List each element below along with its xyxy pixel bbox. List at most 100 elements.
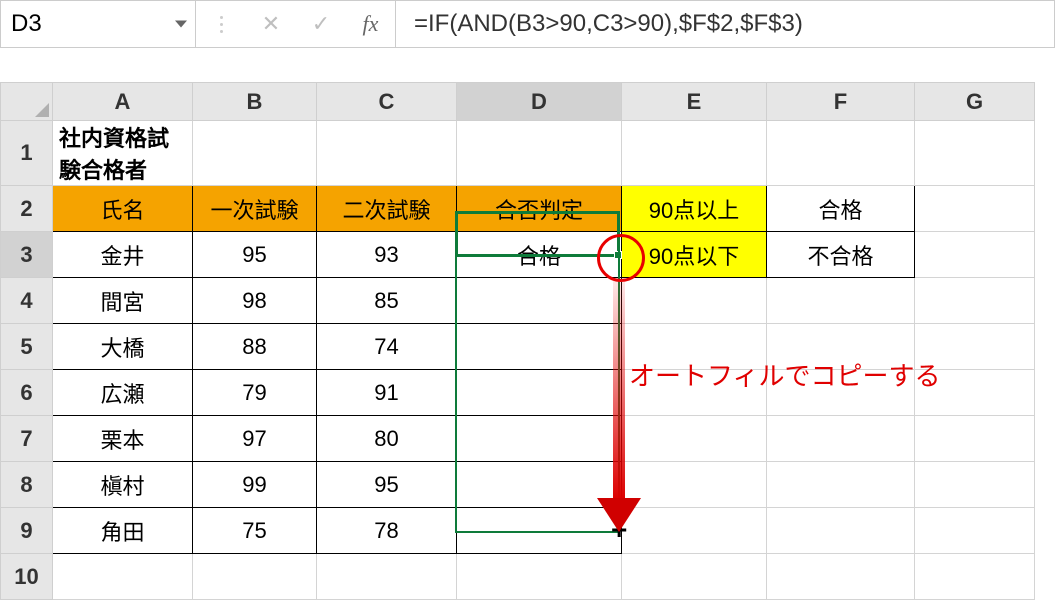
cell-G10[interactable] <box>915 554 1035 600</box>
formula-bar-buttons: ✕ ✓ fx <box>196 1 396 47</box>
cell-D6[interactable] <box>457 370 622 416</box>
cell-E3[interactable]: 90点以下 <box>622 232 767 278</box>
row-header-9[interactable]: 9 <box>1 508 53 554</box>
worksheet[interactable]: ABCDEFG 1社内資格試験合格者2氏名一次試験二次試験合否判定90点以上合格 3… <box>0 82 1055 600</box>
row-header-1[interactable]: 1 <box>1 121 53 186</box>
cell-B9[interactable]: 75 <box>193 508 317 554</box>
cell-B7[interactable]: 97 <box>193 416 317 462</box>
row-header-8[interactable]: 8 <box>1 462 53 508</box>
row-header-10[interactable]: 10 <box>1 554 53 600</box>
col-header-E[interactable]: E <box>622 83 767 121</box>
cell-E6[interactable] <box>622 370 767 416</box>
cell-D2[interactable]: 合否判定 <box>457 186 622 232</box>
row-header-3[interactable]: 3 <box>1 232 53 278</box>
cell-B4[interactable]: 98 <box>193 278 317 324</box>
cell-A8[interactable]: 槇村 <box>53 462 193 508</box>
row-header-6[interactable]: 6 <box>1 370 53 416</box>
cell-A9[interactable]: 角田 <box>53 508 193 554</box>
cell-D5[interactable] <box>457 324 622 370</box>
cancel-icon: ✕ <box>246 1 296 47</box>
formula-input[interactable]: =IF(AND(B3>90,C3>90),$F$2,$F$3) <box>396 1 1054 47</box>
cell-E8[interactable] <box>622 462 767 508</box>
cell-B5[interactable]: 88 <box>193 324 317 370</box>
name-box[interactable]: D3 <box>1 1 196 47</box>
cell-E4[interactable] <box>622 278 767 324</box>
name-box-value: D3 <box>11 10 42 38</box>
cell-C8[interactable]: 95 <box>317 462 457 508</box>
cell-B10[interactable] <box>193 554 317 600</box>
cell-A3[interactable]: 金井 <box>53 232 193 278</box>
cell-B2[interactable]: 一次試験 <box>193 186 317 232</box>
cell-C5[interactable]: 74 <box>317 324 457 370</box>
cell-G5[interactable] <box>915 324 1035 370</box>
cell-A4[interactable]: 間宮 <box>53 278 193 324</box>
col-header-F[interactable]: F <box>767 83 915 121</box>
cell-G7[interactable] <box>915 416 1035 462</box>
cell-G3[interactable] <box>915 232 1035 278</box>
fx-icon[interactable]: fx <box>346 1 396 47</box>
col-header-C[interactable]: C <box>317 83 457 121</box>
cell-E9[interactable] <box>622 508 767 554</box>
cell-F7[interactable] <box>767 416 915 462</box>
cell-D10[interactable] <box>457 554 622 600</box>
cell-F8[interactable] <box>767 462 915 508</box>
cell-A6[interactable]: 広瀬 <box>53 370 193 416</box>
cell-D9[interactable] <box>457 508 622 554</box>
cell-E7[interactable] <box>622 416 767 462</box>
cell-B8[interactable]: 99 <box>193 462 317 508</box>
cell-F10[interactable] <box>767 554 915 600</box>
cell-C7[interactable]: 80 <box>317 416 457 462</box>
cell-F6[interactable] <box>767 370 915 416</box>
cell-G1[interactable] <box>915 121 1035 186</box>
cell-D4[interactable] <box>457 278 622 324</box>
formula-bar: D3 ✕ ✓ fx =IF(AND(B3>90,C3>90),$F$2,$F$3… <box>0 0 1055 48</box>
col-header-A[interactable]: A <box>53 83 193 121</box>
cell-F2[interactable]: 合格 <box>767 186 915 232</box>
chevron-down-icon[interactable] <box>175 21 187 28</box>
row-header-4[interactable]: 4 <box>1 278 53 324</box>
cell-C1[interactable] <box>317 121 457 186</box>
cell-F9[interactable] <box>767 508 915 554</box>
expand-icon <box>196 1 246 47</box>
row-header-7[interactable]: 7 <box>1 416 53 462</box>
cell-A2[interactable]: 氏名 <box>53 186 193 232</box>
cell-G8[interactable] <box>915 462 1035 508</box>
cell-D8[interactable] <box>457 462 622 508</box>
cell-F4[interactable] <box>767 278 915 324</box>
col-header-D[interactable]: D <box>457 83 622 121</box>
cell-A10[interactable] <box>53 554 193 600</box>
cell-C2[interactable]: 二次試験 <box>317 186 457 232</box>
cell-C10[interactable] <box>317 554 457 600</box>
cell-D3[interactable]: 合格 <box>457 232 622 278</box>
cell-C6[interactable]: 91 <box>317 370 457 416</box>
cell-F5[interactable] <box>767 324 915 370</box>
row-header-2[interactable]: 2 <box>1 186 53 232</box>
select-all-corner[interactable] <box>1 83 53 121</box>
cell-B6[interactable]: 79 <box>193 370 317 416</box>
cell-C9[interactable]: 78 <box>317 508 457 554</box>
row-header-5[interactable]: 5 <box>1 324 53 370</box>
cell-B1[interactable] <box>193 121 317 186</box>
cell-F1[interactable] <box>767 121 915 186</box>
cell-G4[interactable] <box>915 278 1035 324</box>
cell-A1[interactable]: 社内資格試験合格者 <box>53 121 193 186</box>
cell-E2[interactable]: 90点以上 <box>622 186 767 232</box>
cell-E1[interactable] <box>622 121 767 186</box>
col-header-G[interactable]: G <box>915 83 1035 121</box>
cell-D7[interactable] <box>457 416 622 462</box>
cell-C3[interactable]: 93 <box>317 232 457 278</box>
cell-A5[interactable]: 大橋 <box>53 324 193 370</box>
cell-G6[interactable] <box>915 370 1035 416</box>
cell-A7[interactable]: 栗本 <box>53 416 193 462</box>
col-header-B[interactable]: B <box>193 83 317 121</box>
cell-G2[interactable] <box>915 186 1035 232</box>
cell-C4[interactable]: 85 <box>317 278 457 324</box>
cell-D1[interactable] <box>457 121 622 186</box>
enter-icon: ✓ <box>296 1 346 47</box>
cell-E5[interactable] <box>622 324 767 370</box>
cell-G9[interactable] <box>915 508 1035 554</box>
cell-B3[interactable]: 95 <box>193 232 317 278</box>
formula-text: =IF(AND(B3>90,C3>90),$F$2,$F$3) <box>414 10 803 38</box>
cell-F3[interactable]: 不合格 <box>767 232 915 278</box>
cell-E10[interactable] <box>622 554 767 600</box>
